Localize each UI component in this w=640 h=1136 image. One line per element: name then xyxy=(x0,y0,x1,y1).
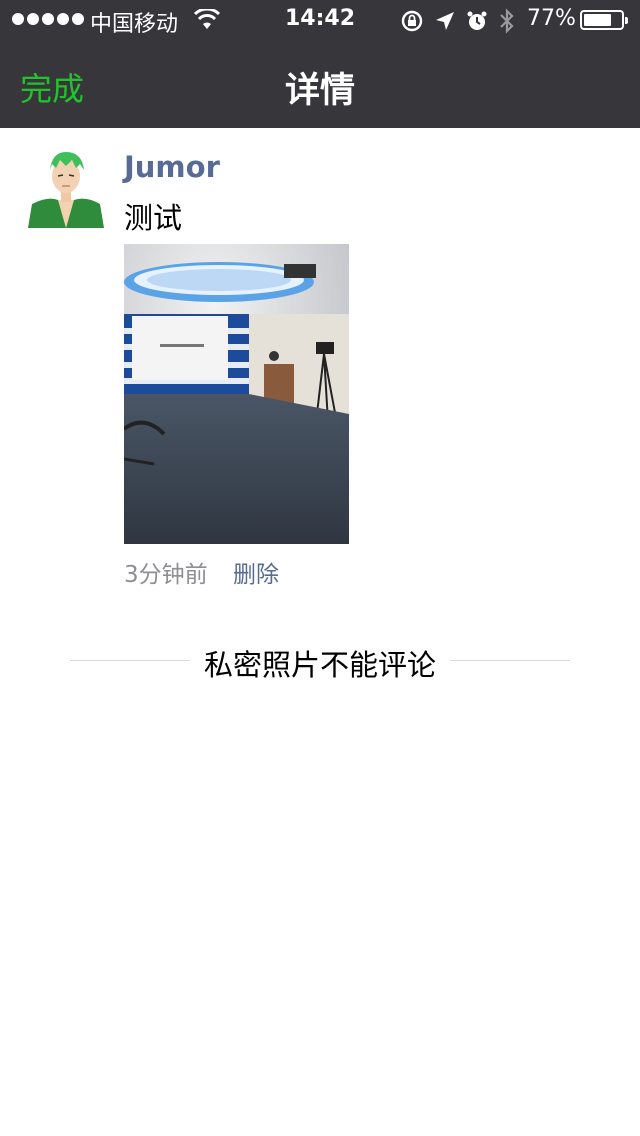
comments-disabled-notice: 私密照片不能评论 xyxy=(193,648,446,682)
avatar[interactable] xyxy=(28,148,104,228)
post-meta: 3分钟前 删除 xyxy=(124,555,279,589)
post-photo[interactable] xyxy=(124,244,349,544)
bluetooth-icon xyxy=(500,8,514,34)
location-arrow-icon xyxy=(436,12,454,30)
alarm-icon xyxy=(467,11,487,30)
post-time: 3分钟前 xyxy=(124,562,208,588)
username-link[interactable]: Jumor xyxy=(124,150,220,184)
page-title: 详情 xyxy=(284,71,355,111)
delete-button[interactable]: 删除 xyxy=(233,562,279,588)
orientation-lock-icon xyxy=(401,10,423,32)
battery-icon xyxy=(580,10,628,30)
status-bar: 中国移动 14:42 77% xyxy=(0,0,640,40)
battery-percent: 77% xyxy=(527,6,576,31)
battery-fill xyxy=(584,14,611,26)
top-bar: 中国移动 14:42 77% 完成 详情 xyxy=(0,0,640,128)
post-text: 测试 xyxy=(124,201,183,235)
comments-divider: 私密照片不能评论 xyxy=(70,640,570,682)
